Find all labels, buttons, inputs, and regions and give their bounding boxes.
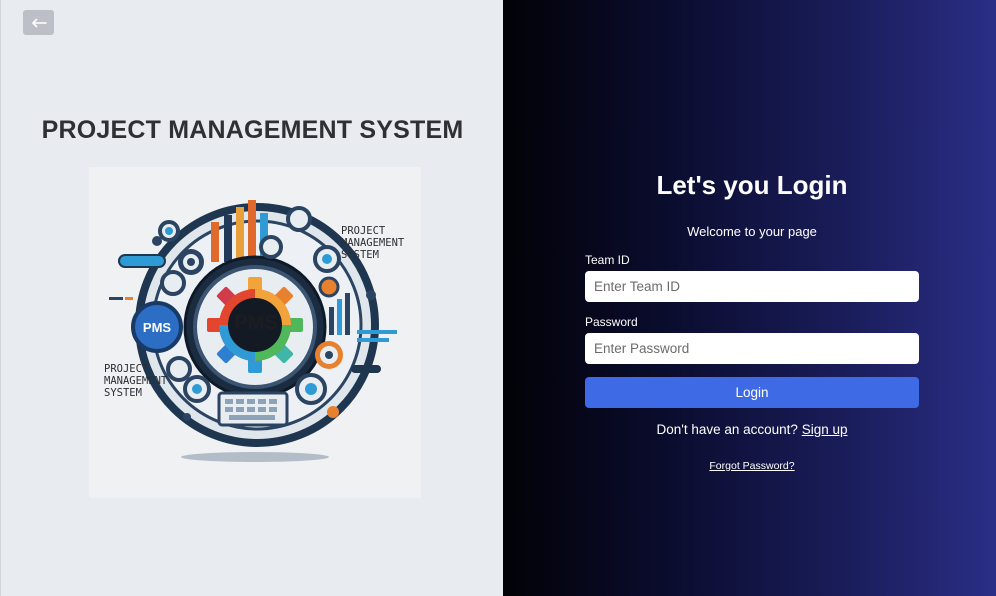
team-id-input[interactable] — [585, 271, 919, 302]
pms-small-badge: PMS — [142, 320, 172, 335]
illustration-caption-right: PROJECT MANAGEMENT SYSTEM — [341, 225, 405, 261]
back-button[interactable] — [23, 10, 54, 35]
illustration-caption-left: PROJECT MANAGEMENT SYSTEM — [104, 363, 168, 399]
login-heading: Let's you Login — [656, 170, 848, 200]
signup-link[interactable]: Sign up — [802, 422, 848, 437]
welcome-text: Welcome to your page — [687, 224, 817, 239]
app-title: PROJECT MANAGEMENT SYSTEM — [41, 116, 464, 144]
login-panel: Let's you Login Welcome to your page Tea… — [503, 0, 996, 596]
forgot-password-link[interactable]: Forgot Password? — [503, 460, 996, 472]
signup-row: Don't have an account? Sign up — [503, 422, 996, 437]
arrow-left-icon — [31, 18, 47, 27]
team-id-label: Team ID — [585, 253, 630, 267]
pms-center-badge: PMS — [234, 312, 278, 334]
pms-illustration: PMS PMS PROJECT MANAGEMENT SYSTEM PROJEC… — [89, 167, 421, 498]
login-button[interactable]: Login — [585, 377, 919, 408]
password-input[interactable] — [585, 333, 919, 364]
password-label: Password — [585, 315, 638, 329]
signup-prompt: Don't have an account? — [656, 422, 798, 437]
left-panel: PROJECT MANAGEMENT SYSTEM PMS PMS PROJEC… — [0, 0, 503, 596]
